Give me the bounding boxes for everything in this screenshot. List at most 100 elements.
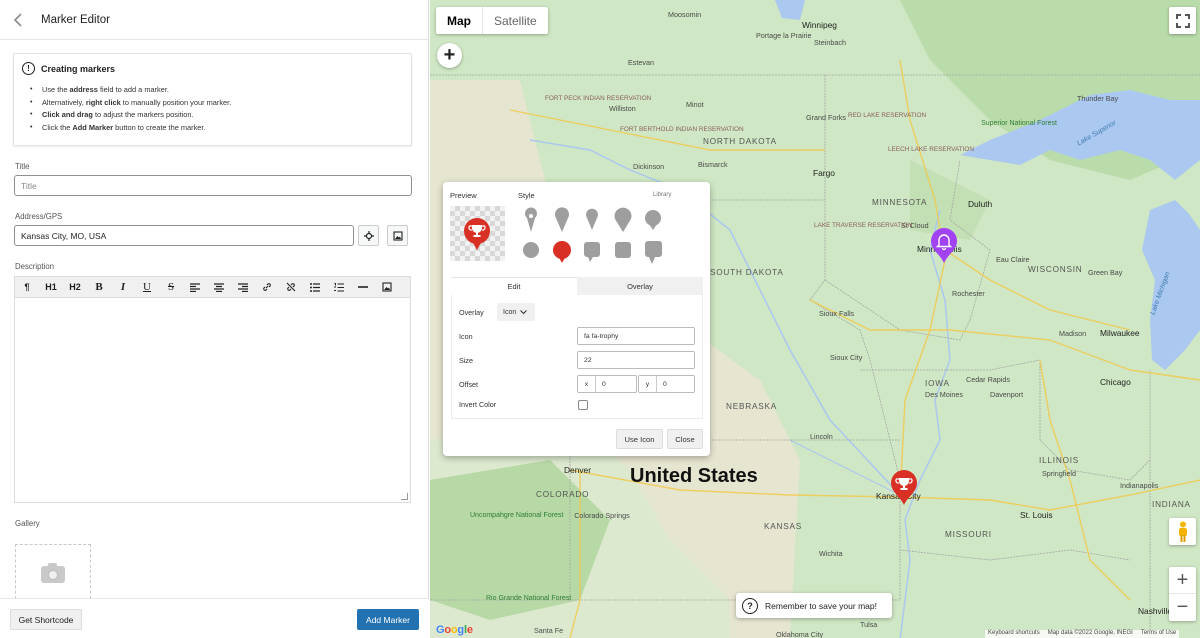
back-button[interactable] <box>2 0 34 40</box>
map-label: Grand Forks <box>806 113 846 122</box>
marker-style-popup: Preview Style Library Edit Overlay Overl… <box>443 182 710 456</box>
resize-grip-icon[interactable] <box>401 493 408 500</box>
map-label: Fargo <box>813 168 835 178</box>
map-label: Green Bay <box>1088 268 1123 277</box>
bullet-list-button[interactable] <box>303 277 327 297</box>
underline-button[interactable]: U <box>135 277 159 297</box>
bullet-list-icon <box>310 282 320 292</box>
size-input[interactable]: 22 <box>577 351 695 369</box>
overlay-select[interactable]: Icon <box>497 303 535 321</box>
sidebar-title: Marker Editor <box>41 13 111 26</box>
style-option-circle-pin-selected[interactable] <box>553 241 571 263</box>
style-option-square[interactable] <box>615 242 631 258</box>
map-label: Rochester <box>952 289 985 298</box>
unlink-button[interactable] <box>279 277 303 297</box>
use-icon-button[interactable]: Use Icon <box>616 429 663 449</box>
horizontal-rule-button[interactable] <box>351 277 375 297</box>
numbered-list-icon <box>334 282 344 291</box>
map-label: Minot <box>686 100 704 109</box>
get-shortcode-button[interactable]: Get Shortcode <box>10 609 82 630</box>
h1-button[interactable]: H1 <box>39 277 63 297</box>
crosshair-icon <box>363 230 374 241</box>
save-reminder: ? Remember to save your map! <box>736 593 892 618</box>
map-attribution: Keyboard shortcuts Map data ©2022 Google… <box>985 630 1180 638</box>
map-label: INDIANA <box>1152 500 1191 509</box>
map-type-map-button[interactable]: Map <box>436 7 482 34</box>
description-toolbar: ¶ H1 H2 B I U S <box>14 276 411 298</box>
unlink-icon <box>286 282 296 292</box>
keyboard-shortcuts-link[interactable]: Keyboard shortcuts <box>988 630 1040 638</box>
minus-icon: − <box>1176 596 1189 618</box>
invert-color-label: Invert Color <box>459 400 497 409</box>
offset-x-input[interactable]: 0 <box>596 381 606 388</box>
icon-input[interactable]: fa fa-trophy <box>577 327 695 345</box>
map-label: Rio Grande National Forest <box>486 595 572 602</box>
pegman-icon <box>1178 521 1187 542</box>
style-option-tall-bubble[interactable] <box>645 241 662 264</box>
overlay-select-value: Icon <box>503 308 517 316</box>
invert-color-checkbox[interactable] <box>578 400 588 410</box>
map-label: LEECH LAKE RESERVATION <box>888 146 974 153</box>
bold-button[interactable]: B <box>87 277 111 297</box>
add-marker-map-button[interactable]: + <box>437 43 462 68</box>
terms-link[interactable]: Terms of Use <box>1141 630 1176 638</box>
add-marker-button[interactable]: Add Marker <box>357 609 419 630</box>
map-label: Uncompahgre National Forest <box>470 512 564 519</box>
address-input[interactable]: Kansas City, MO, USA <box>14 225 354 246</box>
zoom-in-button[interactable]: + <box>1169 567 1196 594</box>
style-option-pin[interactable] <box>525 207 537 232</box>
style-option-small-teardrop[interactable] <box>586 208 598 230</box>
image-icon <box>392 230 403 241</box>
image-location-button[interactable] <box>387 225 408 246</box>
map-type-satellite-button[interactable]: Satellite <box>482 7 548 34</box>
paragraph-button[interactable]: ¶ <box>15 277 39 297</box>
style-label: Style <box>518 191 535 200</box>
offset-label: Offset <box>459 380 479 389</box>
notice-line: Use the address field to add a marker. <box>26 84 403 97</box>
gallery-add-image[interactable] <box>15 544 91 604</box>
map-label: Milwaukee <box>1100 328 1140 338</box>
save-reminder-text: Remember to save your map! <box>765 600 877 611</box>
map-label: Denver <box>564 465 591 475</box>
align-center-button[interactable] <box>207 277 231 297</box>
map-label: Moosomin <box>668 10 702 19</box>
description-editor[interactable] <box>14 298 411 503</box>
style-option-large-teardrop[interactable] <box>614 207 632 232</box>
map-label: Santa Fe <box>534 626 564 635</box>
zoom-out-button[interactable]: − <box>1169 594 1196 621</box>
style-option-bubble[interactable] <box>584 242 600 262</box>
street-view-button[interactable] <box>1169 518 1196 545</box>
insert-image-button[interactable] <box>375 277 399 297</box>
chevron-down-icon <box>520 309 528 314</box>
fullscreen-button[interactable] <box>1169 7 1196 34</box>
offset-y-group: y 0 <box>638 375 695 393</box>
library-link[interactable]: Library <box>653 192 671 198</box>
edit-panel: Overlay Icon Icon fa fa-trophy Size 22 O… <box>451 295 703 419</box>
link-button[interactable] <box>255 277 279 297</box>
minneapolis-marker[interactable] <box>930 228 958 264</box>
map-label: NORTH DAKOTA <box>703 137 777 146</box>
align-right-button[interactable] <box>231 277 255 297</box>
plus-icon: + <box>1176 568 1189 591</box>
popup-tabs: Edit Overlay <box>451 277 703 295</box>
tab-edit[interactable]: Edit <box>451 277 577 295</box>
offset-y-input[interactable]: 0 <box>657 381 667 388</box>
style-option-circle[interactable] <box>523 242 539 258</box>
style-option-teardrop[interactable] <box>555 207 569 232</box>
info-icon: ! <box>22 62 35 75</box>
strikethrough-button[interactable]: S <box>159 277 183 297</box>
close-button[interactable]: Close <box>667 429 703 449</box>
tab-overlay[interactable]: Overlay <box>577 277 703 295</box>
notice-line: Click and drag to adjust the markers pos… <box>26 109 403 122</box>
map-label: Colorado Springs <box>574 511 630 520</box>
map-type-control: Map Satellite <box>436 7 548 34</box>
h2-button[interactable]: H2 <box>63 277 87 297</box>
align-left-button[interactable] <box>183 277 207 297</box>
kansas-city-marker[interactable] <box>890 470 918 506</box>
italic-button[interactable]: I <box>111 277 135 297</box>
numbered-list-button[interactable] <box>327 277 351 297</box>
locate-button[interactable] <box>358 225 379 246</box>
title-input[interactable]: Title <box>14 175 412 196</box>
style-option-round[interactable] <box>645 210 661 230</box>
map-label: Superior National Forest <box>981 120 1057 127</box>
